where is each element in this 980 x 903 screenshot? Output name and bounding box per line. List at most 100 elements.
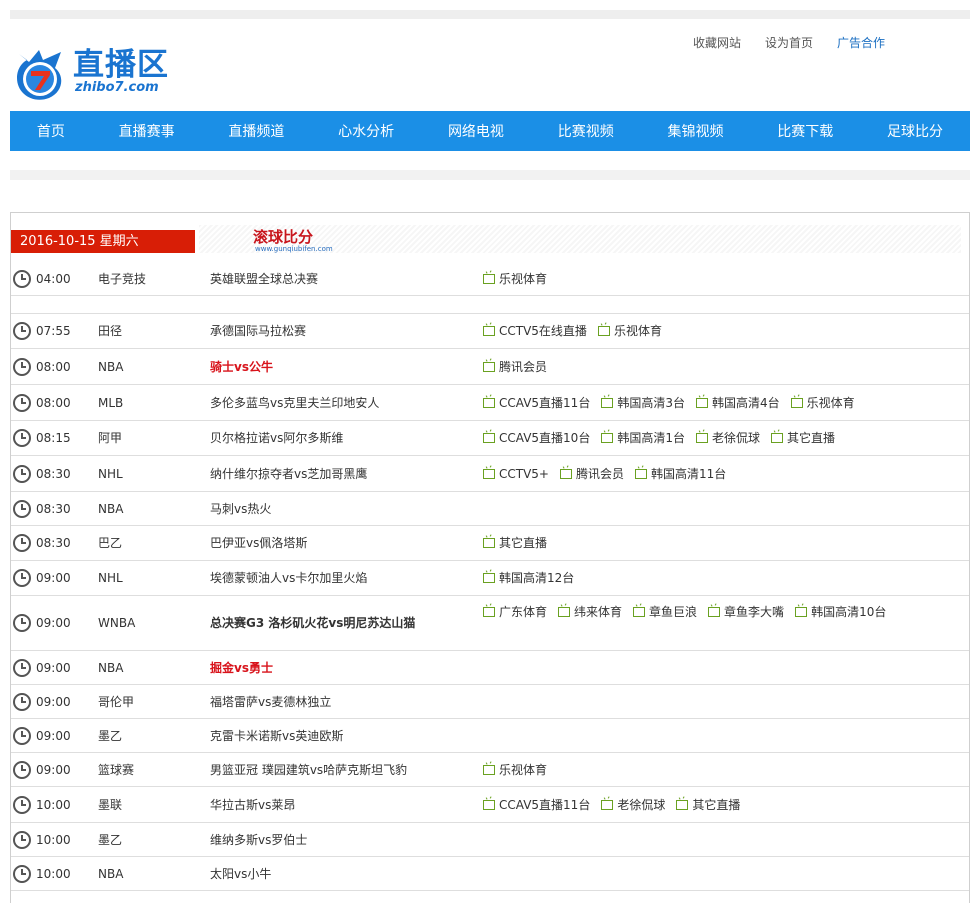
match-title[interactable]: 太阳vs小牛 [210,866,271,882]
date-header: 2016-10-15 星期六 滚球比分 www.gunqiubifen.com [11,225,969,253]
channel-link[interactable]: 腾讯会员 [560,463,624,485]
match-league[interactable]: 田径 [98,323,122,339]
channel-link[interactable]: 韩国高清3台 [601,392,685,414]
match-title[interactable]: 维纳多斯vs罗伯士 [210,832,307,848]
channel-list: 腾讯会员 [483,356,933,378]
match-league[interactable]: NBA [98,866,123,882]
channel-link[interactable]: 纬来体育 [558,601,622,623]
channel-link[interactable]: 韩国高清12台 [483,567,574,589]
nav-item-highlights[interactable]: 集锦视频 [667,121,723,141]
match-title[interactable]: 埃德蒙顿油人vs卡尔加里火焰 [210,570,367,586]
clock-icon [13,429,31,447]
channel-link[interactable]: CCAV5直播11台 [483,794,590,816]
tv-icon [601,397,614,408]
banner-url: www.gunqiubifen.com [255,245,333,253]
channel-link[interactable]: 章鱼巨浪 [633,601,697,623]
match-league[interactable]: 墨乙 [98,832,122,848]
nav-item-analysis[interactable]: 心水分析 [338,121,394,141]
match-title[interactable]: 承德国际马拉松赛 [210,323,306,339]
channel-link[interactable]: 其它直播 [676,794,740,816]
tv-icon [483,573,495,583]
logo-domain: zhibo7.com [75,80,159,95]
match-title[interactable]: 多伦多蓝鸟vs克里夫兰印地安人 [210,395,379,411]
match-time: 10:00 [36,797,71,812]
match-league[interactable]: 篮球赛 [98,762,134,778]
tv-icon [483,397,495,408]
match-league[interactable]: 巴乙 [98,535,122,551]
match-title[interactable]: 掘金vs勇士 [210,660,273,676]
match-title[interactable]: 贝尔格拉诺vs阿尔多斯维 [210,430,343,446]
banner-title: 滚球比分 [253,228,314,246]
match-league[interactable]: NHL [98,466,123,482]
channel-link[interactable]: 乐视体育 [790,392,855,414]
set-homepage-link[interactable]: 设为首页 [765,34,813,51]
match-title[interactable]: 英雄联盟全球总决赛 [210,271,318,287]
channel-link[interactable]: 韩国高清10台 [795,601,886,623]
match-title[interactable]: 巴伊亚vs佩洛塔斯 [210,535,307,551]
clock-icon [13,269,31,288]
date-label: 2016-10-15 星期六 [11,230,195,253]
match-title[interactable]: 纳什维尔掠夺者vs芝加哥黑鹰 [210,466,367,482]
match-league[interactable]: 墨联 [98,797,122,813]
match-league[interactable]: NBA [98,660,123,676]
channel-link[interactable]: CCTV5+ [483,463,549,485]
match-league[interactable]: 哥伦甲 [98,694,134,710]
match-title[interactable]: 男篮亚冠 璞园建筑vs哈萨克斯坦飞豹 [210,762,407,778]
match-title[interactable]: 骑士vs公牛 [210,359,273,375]
clock-icon [13,864,31,883]
clock-icon [13,357,31,376]
clock-icon [13,658,31,677]
nav-item-match-videos[interactable]: 比赛视频 [558,121,614,141]
channel-link[interactable]: 老徐侃球 [601,794,665,816]
match-league[interactable]: 阿甲 [98,430,122,446]
nav-item-web-tv[interactable]: 网络电视 [448,121,504,141]
channel-link[interactable]: 乐视体育 [483,759,547,781]
bookmark-link[interactable]: 收藏网站 [693,34,741,51]
channel-link[interactable]: 腾讯会员 [483,356,547,378]
channel-name: 韩国高清10台 [811,605,887,619]
match-title[interactable]: 华拉古斯vs莱昂 [210,797,295,813]
channel-name: 韩国高清11台 [651,466,727,481]
site-logo[interactable]: 直播区 zhibo7.com [13,46,213,102]
match-league[interactable]: 电子竞技 [98,271,146,287]
nav-item-downloads[interactable]: 比赛下载 [777,121,833,141]
channel-link[interactable]: CCAV5直播11台 [483,392,590,414]
match-league[interactable]: NBA [98,359,123,375]
channel-link[interactable]: 韩国高清1台 [601,427,685,449]
tv-icon [601,799,614,810]
channel-link[interactable]: CCAV5直播10台 [483,427,590,449]
channel-link[interactable]: 韩国高清11台 [635,463,726,485]
channel-link[interactable]: 其它直播 [483,532,547,554]
live-score-banner[interactable]: 滚球比分 www.gunqiubifen.com [199,225,961,253]
match-title[interactable]: 福塔雷萨vs麦德林独立 [210,694,331,710]
match-league[interactable]: MLB [98,395,123,411]
channel-name: 章鱼李大嘴 [724,605,785,619]
match-league[interactable]: NHL [98,570,123,586]
nav-item-home[interactable]: 首页 [37,121,65,141]
nav-item-live-events[interactable]: 直播赛事 [119,121,175,141]
channel-name: 乐视体育 [499,762,548,777]
channel-link[interactable]: 章鱼李大嘴 [708,601,784,623]
match-league[interactable]: WNBA [98,615,135,631]
channel-link[interactable]: CCTV5在线直播 [483,320,587,342]
match-league[interactable]: NBA [98,501,123,517]
match-title[interactable]: 总决赛G3 洛杉矶火花vs明尼苏达山猫 [210,615,415,631]
match-title[interactable]: 克雷卡米诺斯vs英迪欧斯 [210,728,343,744]
channel-name: 其它直播 [499,536,548,550]
channel-name: 乐视体育 [499,271,548,286]
clock-icon [13,726,31,745]
channel-link[interactable]: 韩国高清4台 [695,392,780,414]
advertising-link[interactable]: 广告合作 [837,34,885,51]
channel-link[interactable]: 老徐侃球 [695,427,760,449]
match-title[interactable]: 马刺vs热火 [210,501,271,517]
channel-link[interactable]: 乐视体育 [597,320,662,342]
channel-link[interactable]: 广东体育 [483,601,547,623]
channel-list: 韩国高清12台 [483,567,933,589]
channel-link[interactable]: 其它直播 [770,427,835,449]
nav-item-live-channels[interactable]: 直播频道 [228,121,284,141]
match-list: 04:00 电子竞技 英雄联盟全球总决赛 乐视体育 07:55 田径 承德国际马拉松赛 CCT… [11,262,969,891]
nav-item-football-scores[interactable]: 足球比分 [887,121,943,141]
match-league[interactable]: 墨乙 [98,728,122,744]
channel-name: 韩国高清3台 [617,395,685,410]
channel-link[interactable]: 乐视体育 [483,268,547,290]
